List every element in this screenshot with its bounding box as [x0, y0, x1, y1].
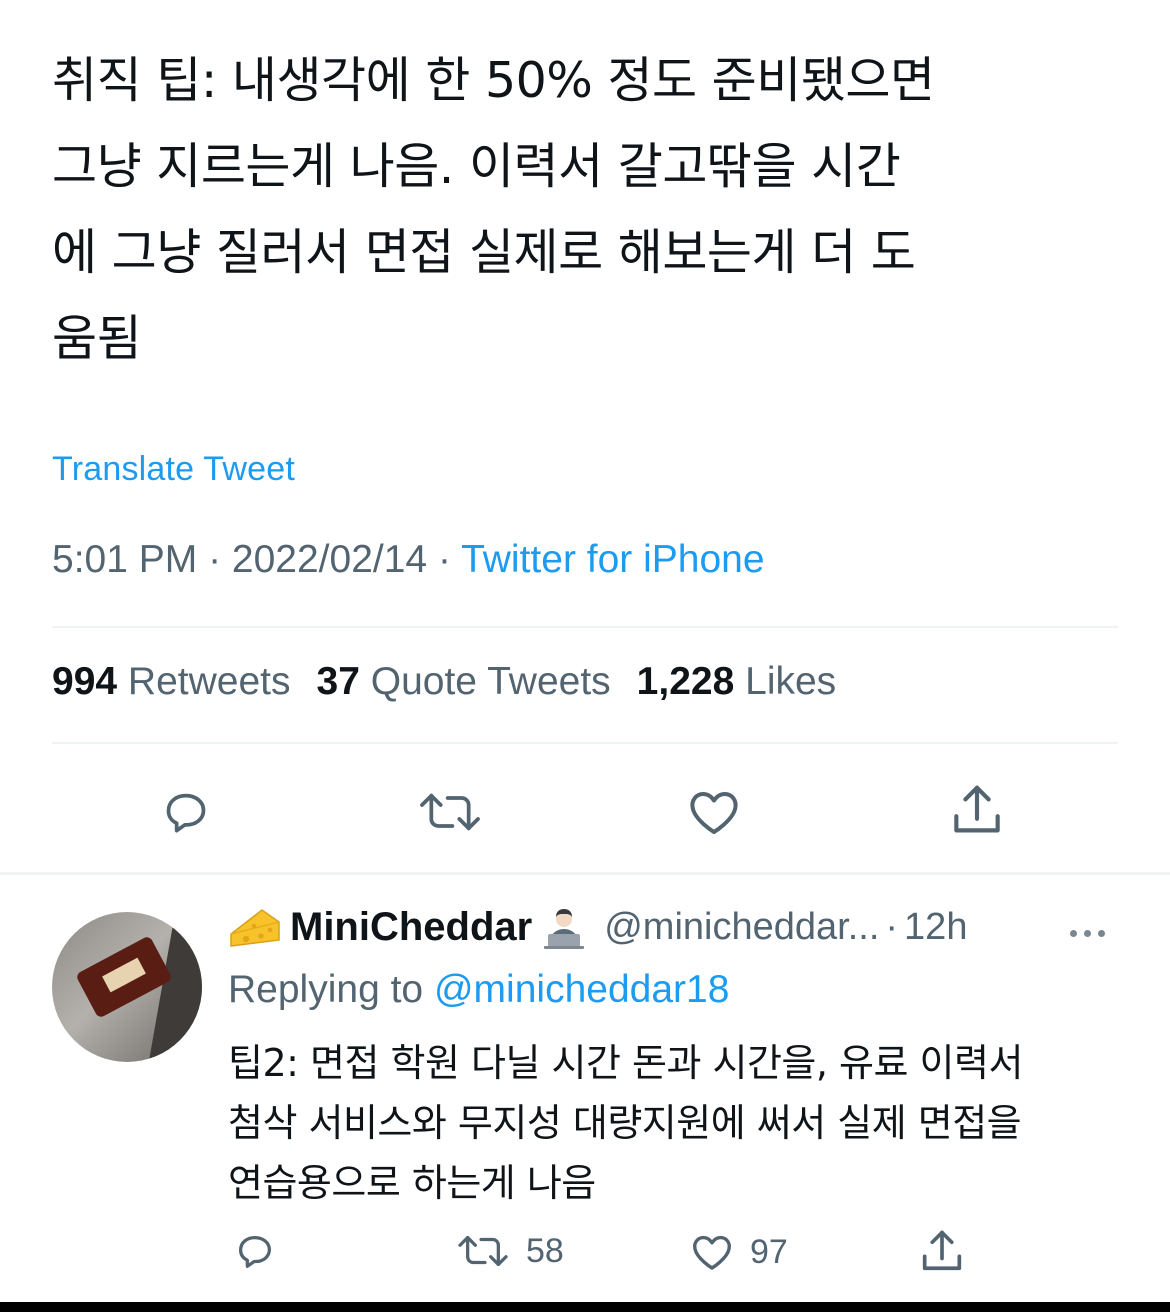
likes-label: Likes [745, 660, 837, 703]
heart-icon [693, 1235, 731, 1270]
retweets-count: 994 [52, 660, 118, 703]
reply-reply-button[interactable] [232, 1228, 278, 1274]
header-separator: · [885, 906, 899, 948]
tweet-stats: 994 Retweets 37 Quote Tweets 1,228 Likes [52, 660, 836, 704]
reply-handle[interactable]: @minicheddar... [604, 906, 879, 949]
reply-text: 팁2: 면접 학원 다닐 시간 돈과 시간을, 유료 이력서 첨삭 서비스와 무… [228, 1041, 1023, 1205]
more-icon[interactable] [1070, 930, 1105, 937]
divider [52, 742, 1118, 744]
section-separator [0, 872, 1170, 875]
share-button[interactable] [946, 780, 1008, 842]
tweet-screenshot: 취직 팁: 내생각에 한 50% 정도 준비됐으면 그냥 지르는게 나음. 이력… [0, 0, 1170, 1302]
tweet-time: 5:01 PM [52, 538, 198, 581]
meta-separator: · [208, 538, 232, 581]
share-icon [954, 785, 1000, 833]
tweet-text: 취직 팁: 내생각에 한 50% 정도 준비됐으면 그냥 지르는게 나음. 이력… [52, 52, 935, 367]
translate-tweet-link[interactable]: Translate Tweet [52, 450, 295, 489]
quotes-label: Quote Tweets [370, 660, 611, 703]
cheese-icon [230, 908, 280, 947]
tweet-meta: 5:01 PM · 2022/02/14 · Twitter for iPhon… [52, 538, 765, 582]
reply-like-button[interactable]: 97 [688, 1228, 788, 1276]
retweets-stat[interactable]: 994 Retweets [52, 660, 291, 703]
like-button[interactable] [684, 782, 744, 842]
technologist-emoji-icon [544, 908, 585, 949]
reply-retweet-count: 58 [526, 1231, 564, 1270]
replying-to: Replying to @minicheddar18 [228, 968, 729, 1012]
reply-button[interactable] [158, 784, 214, 840]
reply-share-button[interactable] [916, 1226, 968, 1278]
reply-time[interactable]: 12h [904, 906, 967, 949]
meta-separator: · [437, 538, 462, 581]
tweet-date[interactable]: 2022/02/14 [232, 538, 427, 581]
reply-like-count: 97 [750, 1232, 788, 1271]
retweet-button[interactable] [414, 784, 486, 840]
reply-header: MiniCheddar @minicheddar... · 12h [228, 905, 967, 950]
replying-mention[interactable]: @minicheddar18 [434, 968, 729, 1011]
quotes-count: 37 [316, 660, 360, 703]
retweet-icon [420, 793, 480, 831]
replying-prefix: Replying to [228, 968, 424, 1011]
share-icon [922, 1230, 962, 1271]
reply-icon [238, 1235, 272, 1268]
avatar[interactable] [52, 912, 202, 1062]
reply-retweet-button[interactable]: 58 [454, 1228, 564, 1274]
reply-display-name[interactable]: MiniCheddar [290, 905, 532, 950]
likes-count: 1,228 [636, 660, 735, 703]
quotes-stat[interactable]: 37 Quote Tweets [317, 660, 611, 703]
heart-icon [690, 792, 738, 834]
reply-icon [166, 793, 206, 833]
divider [52, 626, 1118, 628]
retweet-icon [458, 1235, 508, 1267]
retweets-label: Retweets [127, 660, 291, 703]
tweet-source[interactable]: Twitter for iPhone [461, 538, 764, 581]
likes-stat[interactable]: 1,228 Likes [637, 660, 837, 703]
